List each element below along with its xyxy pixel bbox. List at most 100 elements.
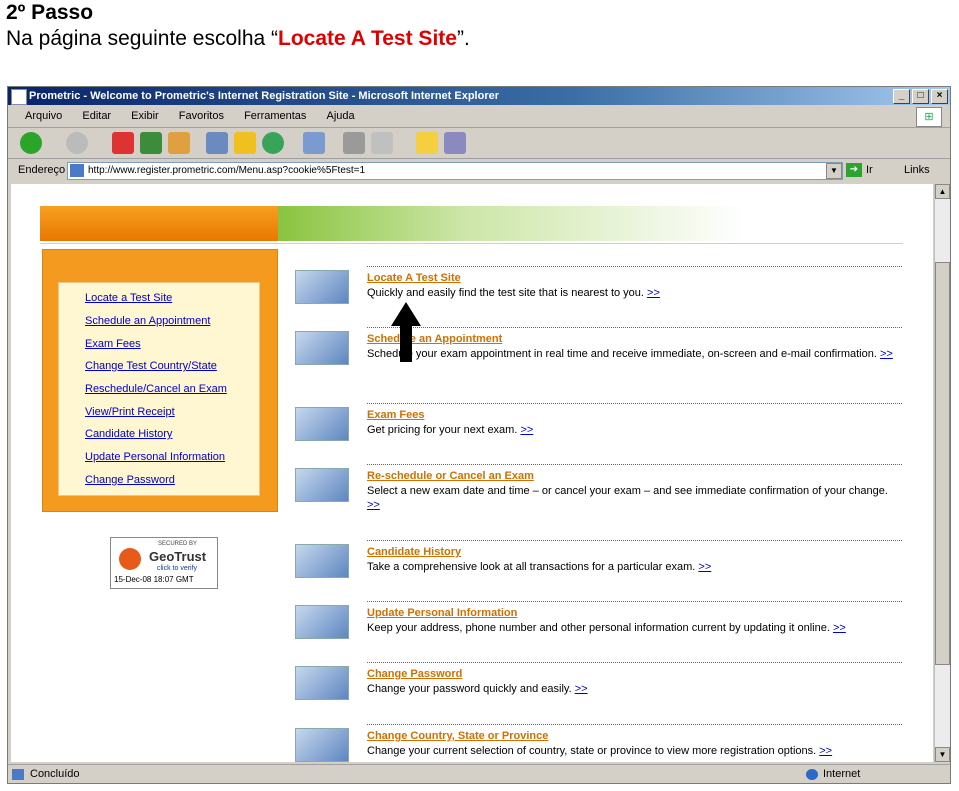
row-divider [367,266,902,267]
menu-favoritos[interactable]: Favoritos [179,110,224,122]
history-doc-icon [295,544,349,578]
row-title[interactable]: Re-schedule or Cancel an Exam [367,470,534,482]
pointer-arrow-icon [391,302,421,362]
go-button[interactable]: ➔ Ir [846,163,873,177]
more-link[interactable]: >> [647,287,660,299]
address-input[interactable]: http://www.register.prometric.com/Menu.a… [67,162,843,180]
row-desc: Change your current selection of country… [367,744,897,758]
mail-icon[interactable] [303,132,325,154]
scroll-thumb[interactable] [935,262,950,665]
more-link[interactable]: >> [520,424,533,436]
row-divider [367,403,902,404]
vertical-scrollbar[interactable]: ▲ ▼ [934,184,950,762]
step-title: 2º Passo [6,1,94,24]
sidebar-item-receipt[interactable]: View/Print Receipt [85,406,175,418]
address-url: http://www.register.prometric.com/Menu.a… [88,165,366,176]
row-desc: Take a comprehensive look at all transac… [367,560,897,574]
more-link[interactable]: >> [819,745,832,757]
banner-green [278,206,903,241]
row-desc: Keep your address, phone number and othe… [367,621,897,635]
lock-icon [295,666,349,700]
row-desc-text: Keep your address, phone number and othe… [367,622,830,634]
edit-icon[interactable] [371,132,393,154]
more-link[interactable]: >> [880,348,893,360]
menu-ferramentas[interactable]: Ferramentas [244,110,306,122]
sidebar-item-history[interactable]: Candidate History [85,428,172,440]
scroll-down-icon[interactable]: ▼ [935,747,950,762]
favorites-icon[interactable] [234,132,256,154]
refresh-icon[interactable] [140,132,162,154]
status-bar: Concluído Internet [8,764,950,783]
row-title[interactable]: Change Country, State or Province [367,730,548,742]
geotrust-seal[interactable]: SECURED BY GeoTrust click to verify 15-D… [110,537,218,589]
menu-arquivo[interactable]: Arquivo [25,110,62,122]
address-dropdown-icon[interactable]: ▼ [826,163,842,179]
toolbar [8,128,950,159]
home-icon[interactable] [168,132,190,154]
back-icon[interactable] [20,132,42,154]
history-icon[interactable] [262,132,284,154]
menu-ajuda[interactable]: Ajuda [326,110,354,122]
instruction-header: 2º Passo Na página seguinte escolha “Loc… [6,0,470,52]
sidebar-panel: Locate a Test Site Schedule an Appointme… [42,249,278,512]
row-title[interactable]: Schedule an Appointment [367,333,502,345]
row-title[interactable]: Exam Fees [367,409,424,421]
row-desc-text: Quickly and easily find the test site th… [367,287,644,299]
page-icon [70,164,84,177]
row-divider [367,540,902,541]
discuss-icon[interactable] [416,132,438,154]
row-title[interactable]: Candidate History [367,546,461,558]
geotrust-secured: SECURED BY [158,541,198,547]
links-button[interactable]: Links [904,164,930,176]
maximize-button[interactable]: □ [912,89,929,104]
address-label: Endereço [18,164,66,176]
sidebar-item-change-country[interactable]: Change Test Country/State [85,360,217,372]
geotrust-logo-icon [119,548,141,570]
row-divider [367,724,902,725]
row-title[interactable]: Locate A Test Site [367,272,461,284]
print-icon[interactable] [343,132,365,154]
menu-exibir[interactable]: Exibir [131,110,159,122]
menu-editar[interactable]: Editar [82,110,111,122]
sidebar-item-reschedule[interactable]: Reschedule/Cancel an Exam [85,383,227,395]
instruction-highlight: Locate A Test Site [278,27,457,50]
title-bar[interactable]: Prometric - Welcome to Prometric's Inter… [8,87,950,105]
go-label: Ir [866,163,873,176]
zone-text: Internet [823,768,861,780]
more-link[interactable]: >> [698,561,711,573]
row-desc-text: Change your password quickly and easily. [367,683,572,695]
sidebar-item-fees[interactable]: Exam Fees [85,338,141,350]
row-divider [367,464,902,465]
sidebar-item-password[interactable]: Change Password [85,474,175,486]
sidebar-item-locate[interactable]: Locate a Test Site [85,292,172,304]
sidebar-nav: Locate a Test Site Schedule an Appointme… [58,282,260,496]
reschedule-icon [295,468,349,502]
row-desc: Change your password quickly and easily.… [367,682,897,696]
close-button[interactable]: × [931,89,948,104]
row-title[interactable]: Update Personal Information [367,607,517,619]
instruction-post: ”. [456,27,470,50]
row-desc: Quickly and easily find the test site th… [367,286,897,300]
stop-icon[interactable] [112,132,134,154]
messenger-icon[interactable] [444,132,466,154]
more-link[interactable]: >> [575,683,588,695]
ie-icon [11,89,27,105]
geotrust-date: 15-Dec-08 18:07 GMT [114,575,194,584]
sidebar-item-update-info[interactable]: Update Personal Information [85,451,225,463]
minimize-button[interactable]: _ [893,89,910,104]
search-icon[interactable] [206,132,228,154]
internet-zone-icon [806,769,818,780]
sidebar-item-schedule[interactable]: Schedule an Appointment [85,315,210,327]
row-desc-text: Select a new exam date and time – or can… [367,485,888,497]
row-desc: Get pricing for your next exam. >> [367,423,897,437]
instruction-pre: Na página seguinte escolha “ [6,27,279,50]
row-divider [367,601,902,602]
banner-divider [40,243,903,244]
forward-icon[interactable] [66,132,88,154]
browser-window: Prometric - Welcome to Prometric's Inter… [7,86,951,784]
more-link[interactable]: >> [367,499,380,511]
more-link[interactable]: >> [833,622,846,634]
scroll-up-icon[interactable]: ▲ [935,184,950,199]
row-title[interactable]: Change Password [367,668,462,680]
row-desc-text: Get pricing for your next exam. [367,424,518,436]
